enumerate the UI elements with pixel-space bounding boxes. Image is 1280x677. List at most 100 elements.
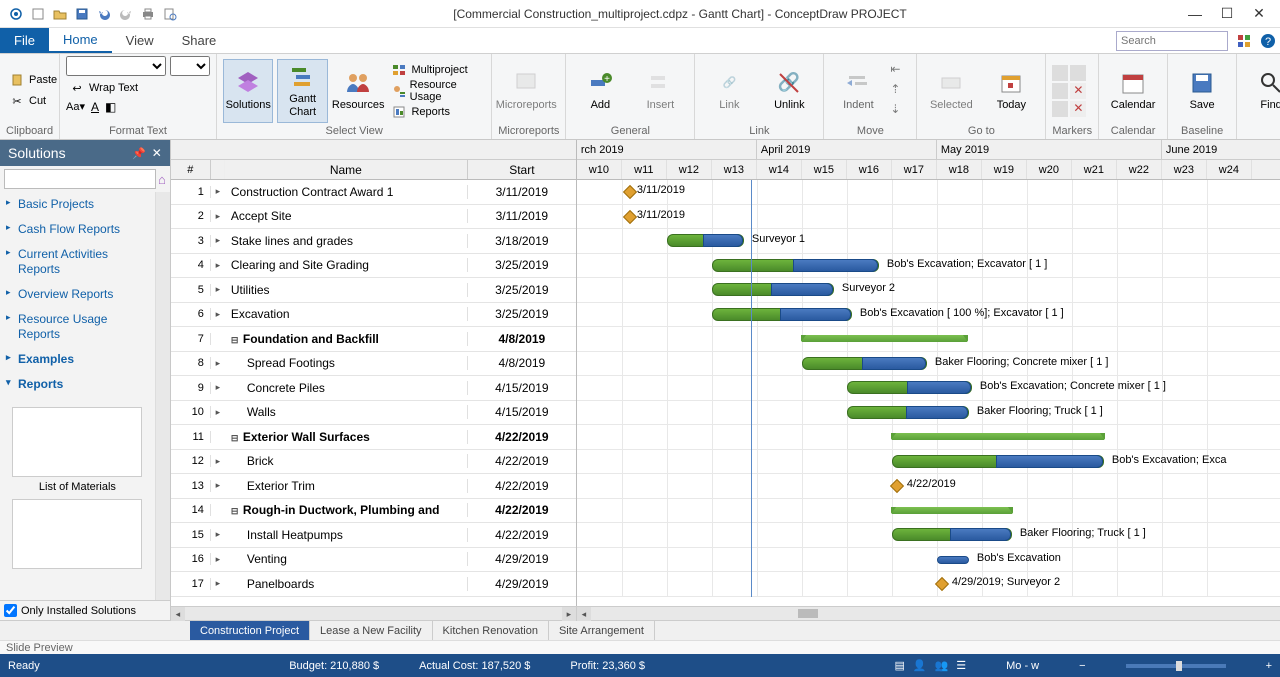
- table-row[interactable]: 17▸Panelboards4/29/2019: [171, 572, 576, 597]
- task-name[interactable]: ⊟Rough-in Ductwork, Plumbing and: [225, 503, 468, 517]
- task-bar[interactable]: [847, 406, 969, 419]
- panel-close-icon[interactable]: ✕: [152, 146, 162, 160]
- gantt-scroll-left[interactable]: ◂: [577, 607, 591, 621]
- task-name[interactable]: Brick: [225, 454, 468, 468]
- zoom-out-button[interactable]: −: [1079, 660, 1085, 672]
- task-start[interactable]: 4/29/2019: [468, 552, 576, 566]
- font-select[interactable]: [66, 56, 166, 76]
- task-name[interactable]: Excavation: [225, 307, 468, 321]
- task-name[interactable]: Stake lines and grades: [225, 234, 468, 248]
- task-name[interactable]: Accept Site: [225, 209, 468, 223]
- sidebar-item[interactable]: Current Activities Reports: [0, 242, 155, 282]
- table-row[interactable]: 12▸Brick4/22/2019: [171, 450, 576, 475]
- task-start[interactable]: 4/22/2019: [468, 454, 576, 468]
- row-marker[interactable]: ▸: [211, 456, 225, 467]
- marker6-icon[interactable]: ✕: [1070, 101, 1086, 117]
- microreports-button[interactable]: Microreports: [498, 59, 554, 123]
- task-bar[interactable]: [802, 357, 927, 370]
- open-icon[interactable]: [52, 6, 68, 22]
- row-marker[interactable]: ▸: [211, 554, 225, 565]
- find-button[interactable]: Find: [1243, 59, 1280, 123]
- sheet-tab[interactable]: Kitchen Renovation: [433, 621, 549, 640]
- resource-usage-button[interactable]: Resource Usage: [388, 81, 485, 101]
- task-bar[interactable]: [712, 259, 879, 272]
- view-tab[interactable]: View: [112, 28, 168, 53]
- task-name[interactable]: Construction Contract Award 1: [225, 185, 468, 199]
- row-marker[interactable]: ▸: [211, 578, 225, 589]
- task-bar[interactable]: [892, 528, 1012, 541]
- marker2-icon[interactable]: [1070, 65, 1086, 81]
- task-start[interactable]: 4/15/2019: [468, 381, 576, 395]
- resources-button[interactable]: Resources: [332, 59, 385, 123]
- cut-button[interactable]: ✂Cut: [6, 91, 60, 111]
- minimize-button[interactable]: —: [1188, 7, 1202, 21]
- table-row[interactable]: 14⊟Rough-in Ductwork, Plumbing and4/22/2…: [171, 499, 576, 524]
- indent-button[interactable]: Indent: [830, 59, 886, 123]
- table-row[interactable]: 3▸Stake lines and grades3/18/2019: [171, 229, 576, 254]
- font-size-select[interactable]: [170, 56, 210, 76]
- sidebar-item[interactable]: Resource Usage Reports: [0, 307, 155, 347]
- help-icon[interactable]: ?: [1259, 32, 1277, 50]
- sheet-tab[interactable]: Construction Project: [190, 621, 310, 640]
- task-start[interactable]: 4/22/2019: [468, 528, 576, 542]
- save-icon[interactable]: [74, 6, 90, 22]
- target-icon[interactable]: [8, 6, 24, 22]
- table-row[interactable]: 16▸Venting4/29/2019: [171, 548, 576, 573]
- unlink-button[interactable]: 🔗Unlink: [761, 59, 817, 123]
- row-marker[interactable]: ▸: [211, 284, 225, 295]
- only-installed-checkbox[interactable]: [4, 604, 17, 617]
- font-case-icon[interactable]: Aa▾: [66, 100, 85, 114]
- solutions-search-input[interactable]: [4, 169, 156, 189]
- share-tab[interactable]: Share: [168, 28, 231, 53]
- sidebar-item[interactable]: Examples: [0, 347, 155, 372]
- task-bar[interactable]: [712, 283, 834, 296]
- status-view1-icon[interactable]: ▤: [894, 659, 904, 672]
- row-marker[interactable]: ▸: [211, 358, 225, 369]
- print-preview-icon[interactable]: [162, 6, 178, 22]
- task-name[interactable]: Exterior Trim: [225, 479, 468, 493]
- print-icon[interactable]: [140, 6, 156, 22]
- summary-bar[interactable]: [892, 433, 1104, 440]
- grid-scroll-left[interactable]: ◂: [171, 607, 185, 621]
- fill-color-icon[interactable]: ◧: [105, 100, 116, 114]
- moveup-icon[interactable]: ⇡: [890, 82, 910, 100]
- selected-button[interactable]: Selected: [923, 59, 979, 123]
- task-start[interactable]: 4/8/2019: [468, 332, 576, 346]
- task-start[interactable]: 4/8/2019: [468, 356, 576, 370]
- multiproject-button[interactable]: Multiproject: [388, 60, 485, 80]
- marker3-icon[interactable]: [1052, 83, 1068, 99]
- marker4-icon[interactable]: ✕: [1070, 83, 1086, 99]
- task-name[interactable]: Panelboards: [225, 577, 468, 591]
- row-marker[interactable]: ▸: [211, 260, 225, 271]
- task-start[interactable]: 3/18/2019: [468, 234, 576, 248]
- sidebar-item[interactable]: Overview Reports: [0, 282, 155, 307]
- task-name[interactable]: Concrete Piles: [225, 381, 468, 395]
- table-row[interactable]: 15▸Install Heatpumps4/22/2019: [171, 523, 576, 548]
- pin-icon[interactable]: 📌: [132, 147, 146, 160]
- gantt-scroll-thumb[interactable]: [798, 609, 818, 618]
- row-marker[interactable]: ▸: [211, 480, 225, 491]
- task-bar[interactable]: [712, 308, 852, 321]
- task-start[interactable]: 4/29/2019: [468, 577, 576, 591]
- col-header-name[interactable]: Name: [225, 160, 468, 179]
- task-start[interactable]: 4/22/2019: [468, 503, 576, 517]
- task-start[interactable]: 3/25/2019: [468, 258, 576, 272]
- add-button[interactable]: +Add: [572, 59, 628, 123]
- task-name[interactable]: ⊟Exterior Wall Surfaces: [225, 430, 468, 444]
- row-marker[interactable]: ▸: [211, 529, 225, 540]
- preferences-icon[interactable]: [1235, 32, 1253, 50]
- outdent-icon[interactable]: ⇤: [890, 62, 910, 80]
- task-bar[interactable]: [847, 381, 972, 394]
- link-button[interactable]: 🔗Link: [701, 59, 757, 123]
- insert-button[interactable]: Insert: [632, 59, 688, 123]
- marker1-icon[interactable]: [1052, 65, 1068, 81]
- gantt-chart-button[interactable]: Gantt Chart: [277, 59, 327, 123]
- status-mode[interactable]: Mo - w: [1006, 660, 1039, 672]
- col-header-num[interactable]: #: [171, 160, 211, 179]
- task-start[interactable]: 3/25/2019: [468, 307, 576, 321]
- row-marker[interactable]: ▸: [211, 309, 225, 320]
- summary-bar[interactable]: [802, 335, 967, 342]
- wrap-text-button[interactable]: ↩Wrap Text: [66, 78, 141, 98]
- task-start[interactable]: 4/15/2019: [468, 405, 576, 419]
- baseline-save-button[interactable]: Save: [1174, 59, 1230, 123]
